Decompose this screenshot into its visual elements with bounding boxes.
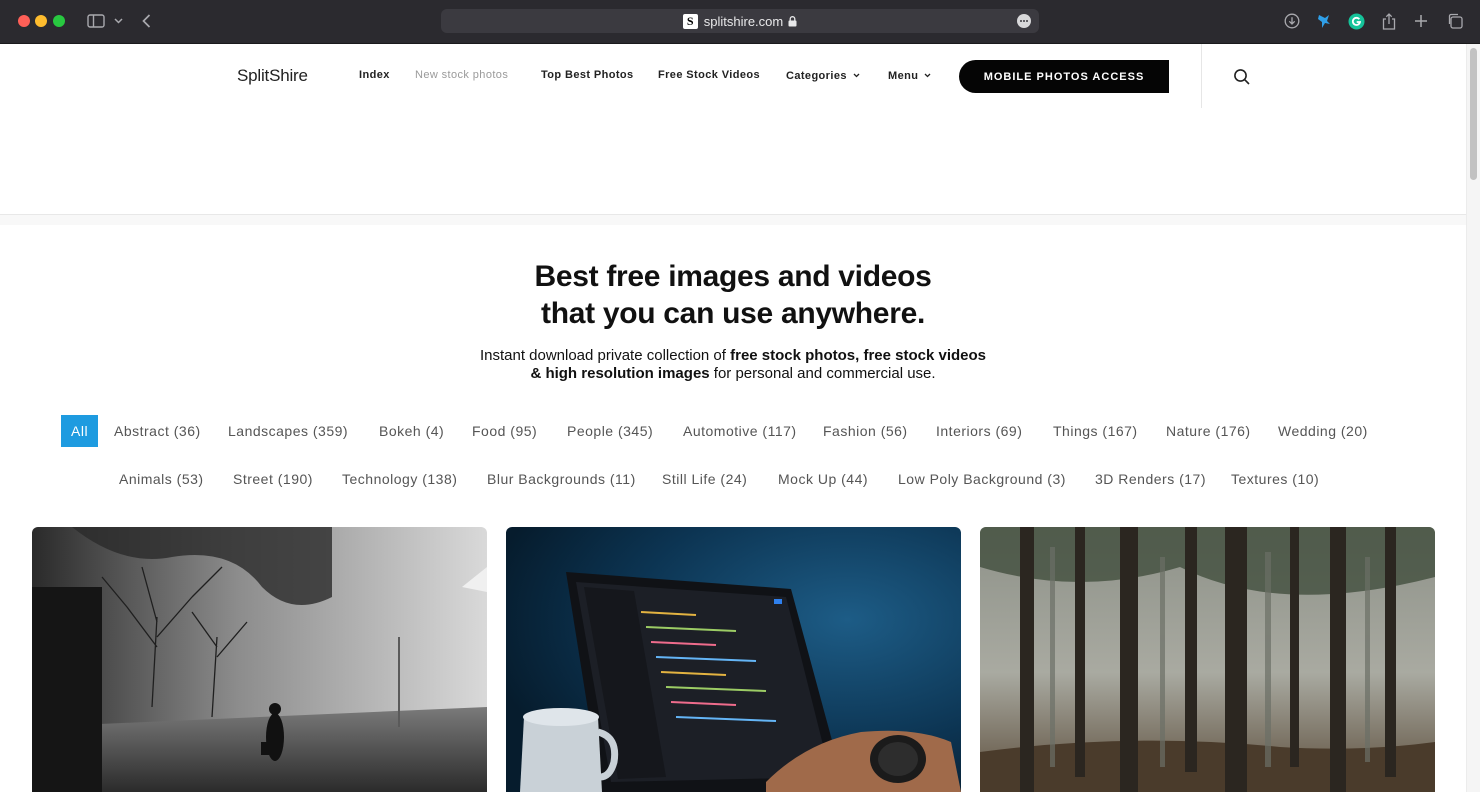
nav-free-stock-videos[interactable]: Free Stock Videos (658, 69, 760, 81)
nav-index[interactable]: Index (359, 69, 390, 81)
filter-still-life[interactable]: Still Life (24) (662, 463, 747, 495)
nav-menu-label: Menu (888, 70, 919, 82)
hero-sub-text-1: Instant download private collection of (479, 347, 731, 364)
filter-3d-renders[interactable]: 3D Renders (17) (1095, 463, 1206, 495)
browser-toolbar: S splitshire.com (0, 0, 1480, 44)
hero-sub-bold-2: & high resolution images (530, 365, 710, 382)
filter-abstract[interactable]: Abstract (36) (114, 415, 201, 447)
address-bar[interactable]: S splitshire.com (441, 9, 1039, 33)
nav-categories-label: Categories (786, 70, 847, 82)
filter-blur-backgrounds[interactable]: Blur Backgrounds (11) (487, 463, 636, 495)
hero-sub-bold-1: free stock photos, free stock videos (730, 347, 987, 364)
photo-card-misty-forest[interactable] (980, 527, 1435, 792)
nav-top-best-photos[interactable]: Top Best Photos (541, 69, 634, 81)
hero-subtitle: Instant download private collection of f… (0, 347, 1466, 383)
filter-all[interactable]: All (61, 415, 99, 447)
share-icon[interactable] (1381, 11, 1397, 31)
grammarly-icon[interactable] (1347, 11, 1365, 31)
mobile-photos-access-button[interactable]: MOBILE PHOTOS ACCESS (959, 60, 1169, 93)
url-text: splitshire.com (703, 13, 784, 29)
filter-textures[interactable]: Textures (10) (1231, 463, 1319, 495)
hero-title-line-1: Best free images and videos (534, 260, 932, 293)
foggy-street-image (32, 527, 487, 792)
filter-low-poly-background[interactable]: Low Poly Background (3) (898, 463, 1066, 495)
search-icon[interactable] (1233, 68, 1251, 86)
filter-interiors[interactable]: Interiors (69) (936, 415, 1022, 447)
filter-mock-up[interactable]: Mock Up (44) (778, 463, 868, 495)
close-window-button[interactable] (18, 15, 30, 27)
photo-card-laptop-code[interactable] (506, 527, 961, 792)
chevron-down-icon (924, 69, 931, 81)
category-filters-row-1: All Abstract (36) Landscapes (359) Bokeh… (0, 415, 1466, 447)
nav-menu[interactable]: Menu (888, 69, 931, 82)
hero-title: Best free images and videos that you can… (0, 258, 1466, 332)
filter-fashion[interactable]: Fashion (56) (823, 415, 908, 447)
category-filters-row-2: Animals (53) Street (190) Technology (13… (0, 463, 1466, 495)
filter-nature[interactable]: Nature (176) (1166, 415, 1251, 447)
filter-landscapes[interactable]: Landscapes (359) (228, 415, 348, 447)
chevron-down-icon[interactable] (113, 11, 123, 31)
back-arrow-icon[interactable] (139, 11, 153, 31)
site-favicon: S (682, 13, 698, 29)
minimize-window-button[interactable] (35, 15, 47, 27)
filter-automotive[interactable]: Automotive (117) (683, 415, 797, 447)
filter-things[interactable]: Things (167) (1053, 415, 1138, 447)
filter-people[interactable]: People (345) (567, 415, 653, 447)
filter-animals[interactable]: Animals (53) (119, 463, 204, 495)
laptop-code-image (506, 527, 961, 792)
extension-icon[interactable] (1315, 11, 1333, 31)
nav-categories[interactable]: Categories (786, 69, 860, 82)
more-options-icon[interactable] (1017, 14, 1031, 28)
lock-icon (788, 15, 797, 27)
chevron-down-icon (853, 69, 860, 81)
header-separator-band (0, 215, 1466, 225)
tab-overview-icon[interactable] (1446, 11, 1464, 31)
filter-wedding[interactable]: Wedding (20) (1278, 415, 1368, 447)
header-divider (1201, 44, 1202, 108)
hero-sub-text-2: for personal and commercial use. (709, 365, 936, 382)
misty-forest-image (980, 527, 1435, 792)
new-tab-icon[interactable] (1413, 11, 1429, 31)
page-scrollbar[interactable] (1466, 44, 1480, 792)
photo-card-foggy-street[interactable] (32, 527, 487, 792)
sidebar-toggle-icon[interactable] (86, 11, 106, 31)
filter-food[interactable]: Food (95) (472, 415, 537, 447)
site-header: SplitShire Index New stock photos Top Be… (0, 44, 1466, 215)
site-logo[interactable]: SplitShire (237, 66, 308, 86)
nav-new-stock-photos[interactable]: New stock photos (415, 69, 508, 81)
filter-technology[interactable]: Technology (138) (342, 463, 457, 495)
hero-title-line-2: that you can use anywhere. (541, 297, 925, 330)
filter-street[interactable]: Street (190) (233, 463, 313, 495)
filter-bokeh[interactable]: Bokeh (4) (379, 415, 444, 447)
zoom-window-button[interactable] (53, 15, 65, 27)
scrollbar-thumb[interactable] (1470, 48, 1477, 180)
downloads-icon[interactable] (1283, 11, 1301, 31)
